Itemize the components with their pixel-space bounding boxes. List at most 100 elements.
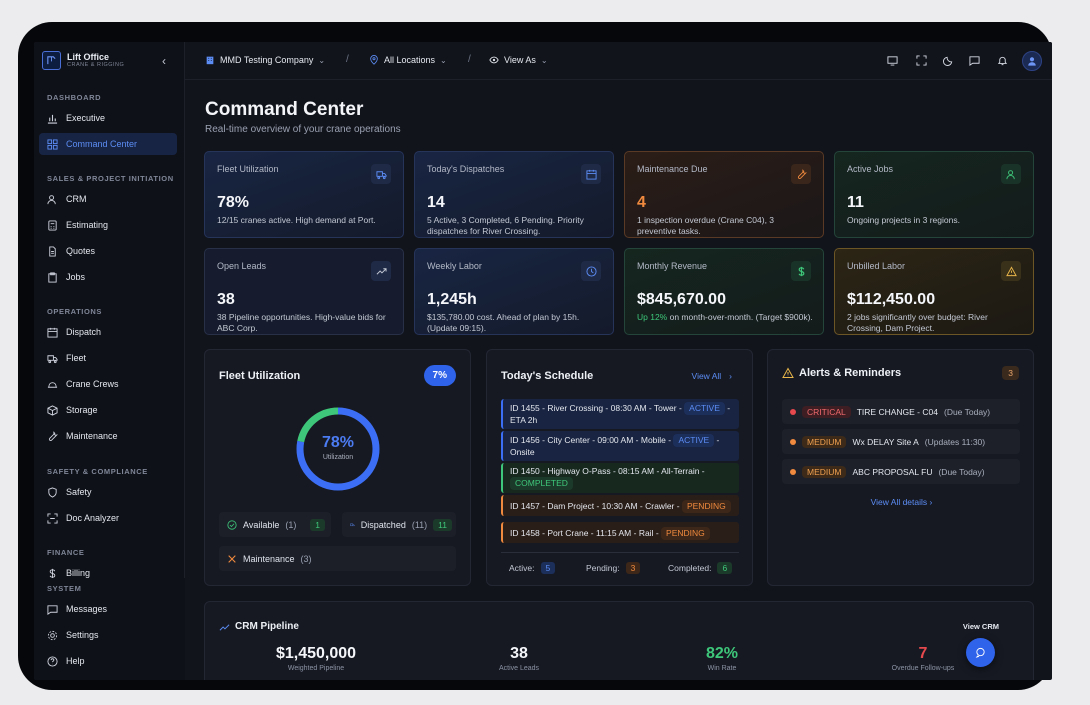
sidebar-item-label: Storage [66, 405, 98, 415]
schedule-row[interactable]: ID 1457 - Dam Project - 10:30 AM - Crawl… [501, 495, 739, 516]
warning-icon [782, 367, 794, 378]
sidebar-item-label: Jobs [66, 272, 86, 282]
sidebar-item-maintenance[interactable]: Maintenance [39, 425, 177, 447]
sidebar-item-label: Dispatch [66, 327, 102, 337]
view-as-selector[interactable]: View As ⌄ [489, 55, 548, 65]
view-crm-link[interactable]: View CRM [963, 622, 999, 631]
help-icon [47, 655, 58, 667]
card-description: Up 12% on month-over-month. (Target $900… [637, 312, 813, 322]
clock-icon [585, 265, 597, 277]
sidebar-item-quotes[interactable]: Quotes [39, 240, 177, 262]
alert-item[interactable]: CRITICAL TIRE CHANGE - C04 (Due Today) [782, 399, 1020, 424]
sidebar-item-billing[interactable]: Billing [39, 568, 177, 578]
fullscreen-icon[interactable] [916, 55, 927, 66]
sidebar-item-help[interactable]: Help [39, 650, 177, 672]
brand[interactable]: Lift Office CRANE & RIGGING [42, 51, 124, 70]
trending-up-icon [376, 267, 387, 275]
chat-fab-button[interactable] [966, 638, 995, 667]
card-label: Fleet Utilization [217, 164, 279, 174]
divider [501, 552, 739, 553]
card-open-leads[interactable]: Open Leads 38 38 Pipeline opportunities.… [204, 248, 404, 335]
alerts-count-badge: 3 [1002, 366, 1019, 380]
monitor-icon[interactable] [887, 55, 898, 66]
collapse-sidebar-icon[interactable]: ‹ [162, 54, 166, 68]
card-weekly-labor[interactable]: Weekly Labor 1,245h $135,780.00 cost. Ah… [414, 248, 614, 335]
pending-summary: Pending: 3 [586, 562, 641, 574]
moon-icon[interactable] [943, 55, 954, 66]
sidebar-item-dispatch[interactable]: Dispatch [39, 321, 177, 343]
bell-icon[interactable] [997, 55, 1008, 66]
card-value: 11 [847, 194, 864, 211]
users-icon [1005, 169, 1015, 179]
breadcrumb-separator: / [346, 54, 349, 65]
dispatched-count: 11 [433, 518, 452, 531]
severity-badge: MEDIUM [802, 465, 847, 478]
card-label: Weekly Labor [427, 261, 482, 271]
card-fleet-utilization[interactable]: Fleet Utilization 78% 12/15 cranes activ… [204, 151, 404, 238]
schedule-row[interactable]: ID 1458 - Port Crane - 11:15 AM - Rail -… [501, 522, 739, 543]
box-icon [47, 404, 58, 416]
sidebar-item-command-center[interactable]: Command Center [39, 133, 177, 155]
sidebar-item-jobs[interactable]: Jobs [39, 266, 177, 288]
sidebar-item-crane-crews[interactable]: Crane Crews [39, 373, 177, 395]
card-active-jobs[interactable]: Active Jobs 11 Ongoing projects in 3 reg… [834, 151, 1034, 238]
location-selector[interactable]: All Locations ⌄ [369, 55, 447, 65]
kpi-win-rate: 82% Win Rate [705, 645, 739, 672]
sidebar-item-safety[interactable]: Safety [39, 481, 177, 503]
schedule-row[interactable]: ID 1450 - Highway O-Pass - 08:15 AM - Al… [501, 463, 739, 493]
sidebar-item-settings[interactable]: Settings [39, 624, 177, 646]
card-label: Open Leads [217, 261, 267, 271]
card-monthly-revenue[interactable]: Monthly Revenue $845,670.00 Up 12% on mo… [624, 248, 824, 335]
view-all-schedule-link[interactable]: View All › [692, 371, 732, 381]
sidebar-item-messages[interactable]: Messages [39, 598, 177, 620]
sidebar-item-storage[interactable]: Storage [39, 399, 177, 421]
truck-icon [47, 354, 58, 363]
sidebar-item-doc-analyzer[interactable]: Doc Analyzer [39, 507, 177, 529]
alert-dot [790, 468, 796, 475]
chevron-down-icon: ⌄ [440, 55, 447, 65]
chat-icon[interactable] [969, 55, 980, 66]
card-label: Unbilled Labor [847, 261, 906, 271]
alert-dot [790, 438, 796, 445]
completed-summary: Completed: 6 [668, 562, 733, 574]
page-title: Command Center [205, 99, 364, 120]
card-description: $135,780.00 cost. Ahead of plan by 15h. … [427, 312, 580, 333]
view-all-details-link[interactable]: View All details › [768, 497, 1035, 507]
section-sales: SALES & PROJECT INITIATION [47, 174, 174, 183]
chevron-right-icon: › [729, 371, 732, 381]
card-todays-dispatches[interactable]: Today's Dispatches 14 5 Active, 3 Comple… [414, 151, 614, 238]
company-selector[interactable]: MMD Testing Company ⌄ [205, 55, 325, 65]
legend-maintenance[interactable]: Maintenance (3) [219, 546, 456, 571]
sidebar-item-label: Doc Analyzer [66, 513, 120, 523]
schedule-row[interactable]: ID 1455 - River Crossing - 08:30 AM - To… [501, 399, 739, 429]
sidebar-item-label: Executive [66, 113, 106, 123]
schedule-panel: Today's Schedule View All › ID 1455 - Riv… [486, 349, 753, 586]
avatar[interactable] [1022, 51, 1042, 71]
card-value: $112,450.00 [847, 291, 936, 308]
sidebar-item-executive[interactable]: Executive [39, 107, 177, 129]
kpi-weighted-pipeline: $1,450,000 Weighted Pipeline [275, 645, 357, 672]
chevron-down-icon: ⌄ [540, 55, 548, 65]
schedule-row[interactable]: ID 1456 - City Center - 09:00 AM - Mobil… [501, 431, 739, 461]
card-maintenance-due[interactable]: Maintenance Due 4 1 inspection overdue (… [624, 151, 824, 238]
card-unbilled-labor[interactable]: Unbilled Labor $112,450.00 2 jobs signif… [834, 248, 1034, 335]
alert-item[interactable]: MEDIUM ABC PROPOSAL FU (Due Today) [782, 459, 1020, 484]
alert-item[interactable]: MEDIUM Wx DELAY Site A (Updates 11:30) [782, 429, 1020, 454]
sidebar-item-label: Fleet [66, 353, 87, 363]
topbar: MMD Testing Company ⌄ / All Locations ⌄ … [185, 42, 1052, 80]
card-description: 5 Active, 3 Completed, 6 Pending. Priori… [427, 215, 584, 236]
legend-available[interactable]: Available (1) 1 [219, 512, 331, 537]
sidebar-item-estimating[interactable]: Estimating [39, 214, 177, 236]
sidebar-item-label: Estimating [66, 220, 109, 230]
card-value: 38 [217, 291, 235, 308]
sidebar: Lift Office CRANE & RIGGING ‹ DASHBOARD … [34, 42, 185, 680]
status-badge: PENDING [681, 500, 731, 513]
available-count: 1 [310, 518, 325, 531]
card-label: Maintenance Due [637, 164, 708, 174]
legend-dispatched[interactable]: Dispatched (11) 11 [342, 512, 456, 537]
sidebar-item-fleet[interactable]: Fleet [39, 347, 177, 369]
clipboard-icon [48, 271, 57, 283]
sidebar-item-crm[interactable]: CRM [39, 188, 177, 210]
sidebar-item-label: Help [66, 656, 85, 666]
card-value: $845,670.00 [637, 291, 726, 308]
